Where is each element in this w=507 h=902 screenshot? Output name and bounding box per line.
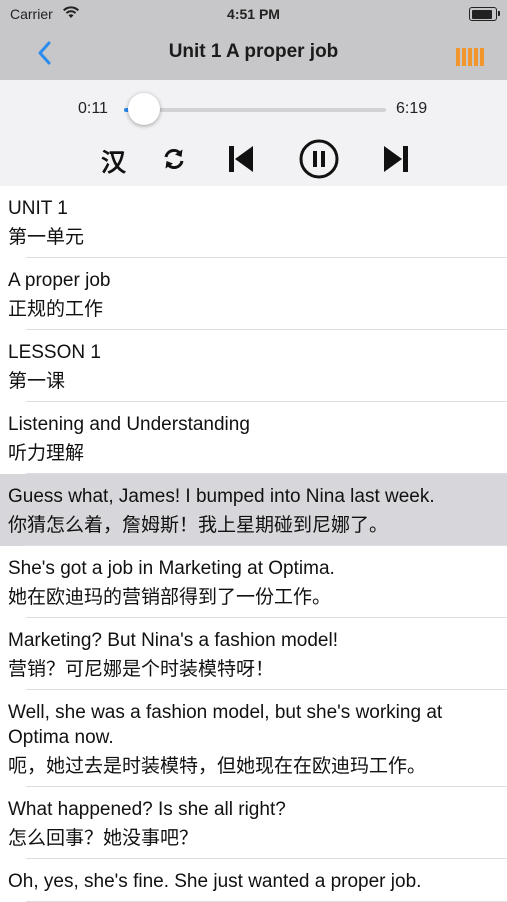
english-line: LESSON 1 <box>8 342 101 363</box>
status-bar: Carrier 4:51 PM <box>0 0 507 28</box>
battery-icon <box>469 7 500 21</box>
transcript-row[interactable]: Well, she was a fashion model, but she's… <box>0 690 507 787</box>
english-line: Well, she was a fashion model, but she's… <box>8 702 443 748</box>
chinese-toggle-button[interactable]: 汉 <box>101 143 126 179</box>
repeat-icon[interactable] <box>161 146 187 172</box>
transcript-row[interactable]: UNIT 1 第一单元 <box>0 186 507 258</box>
previous-track-icon[interactable] <box>227 144 255 174</box>
english-line: A proper job <box>8 270 111 291</box>
transcript-row-active[interactable]: Guess what, James! I bumped into Nina la… <box>0 474 507 546</box>
chinese-line: 听力理解 <box>8 442 85 464</box>
progress-slider-knob[interactable] <box>127 93 160 125</box>
english-line: Listening and Understanding <box>8 414 250 435</box>
english-line: Guess what, James! I bumped into Nina la… <box>8 486 435 507</box>
english-line: UNIT 1 <box>8 198 68 219</box>
progress-track[interactable] <box>124 108 386 112</box>
status-time: 4:51 PM <box>227 6 280 22</box>
english-line: What happened? Is she all right? <box>8 799 286 820</box>
transcript-row[interactable]: Marketing? But Nina's a fashion model! 营销… <box>0 618 507 690</box>
english-line: She's got a job in Marketing at Optima. <box>8 558 335 579</box>
transcript-row[interactable]: What happened? Is she all right? 怎么回事？她没事… <box>0 787 507 859</box>
transcript-row[interactable]: Oh, yes, she's fine. She just wanted a p… <box>0 859 507 902</box>
chinese-line: 正规的工作 <box>8 298 104 320</box>
chinese-line: 营销？可尼娜是个时装模特呀！ <box>8 658 275 680</box>
top-bar: Carrier 4:51 PM Unit 1 A proper job <box>0 0 507 80</box>
transcript-row[interactable]: Listening and Understanding 听力理解 <box>0 402 507 474</box>
transcript-row[interactable]: A proper job 正规的工作 <box>0 258 507 330</box>
chinese-line: 第一课 <box>8 370 66 392</box>
transcript-row[interactable]: LESSON 1 第一课 <box>0 330 507 402</box>
chinese-line: 第一单元 <box>8 226 85 248</box>
pause-icon[interactable] <box>298 138 340 180</box>
next-track-icon[interactable] <box>382 144 410 174</box>
english-line: Marketing? But Nina's a fashion model! <box>8 630 338 651</box>
transcript-list: UNIT 1 第一单元 A proper job 正规的工作 LESSON 1 第一课 Li… <box>0 186 507 902</box>
bars-icon[interactable] <box>456 46 484 68</box>
english-line: Oh, yes, she's fine. She just wanted a p… <box>8 871 422 892</box>
chinese-line: 你猜怎么着，詹姆斯！我上星期碰到尼娜了。 <box>8 514 389 536</box>
chinese-line: 呃，她过去是时装模特，但她现在在欧迪玛工作。 <box>8 755 427 777</box>
current-time: 0:11 <box>78 100 108 117</box>
total-time: 6:19 <box>396 100 428 117</box>
chinese-line: 她在欧迪玛的营销部得到了一份工作。 <box>8 586 332 608</box>
transcript-row[interactable]: She's got a job in Marketing at Optima. 她… <box>0 546 507 618</box>
chinese-line: 怎么回事？她没事吧？ <box>8 827 199 849</box>
page-title: Unit 1 A proper job <box>168 41 339 62</box>
